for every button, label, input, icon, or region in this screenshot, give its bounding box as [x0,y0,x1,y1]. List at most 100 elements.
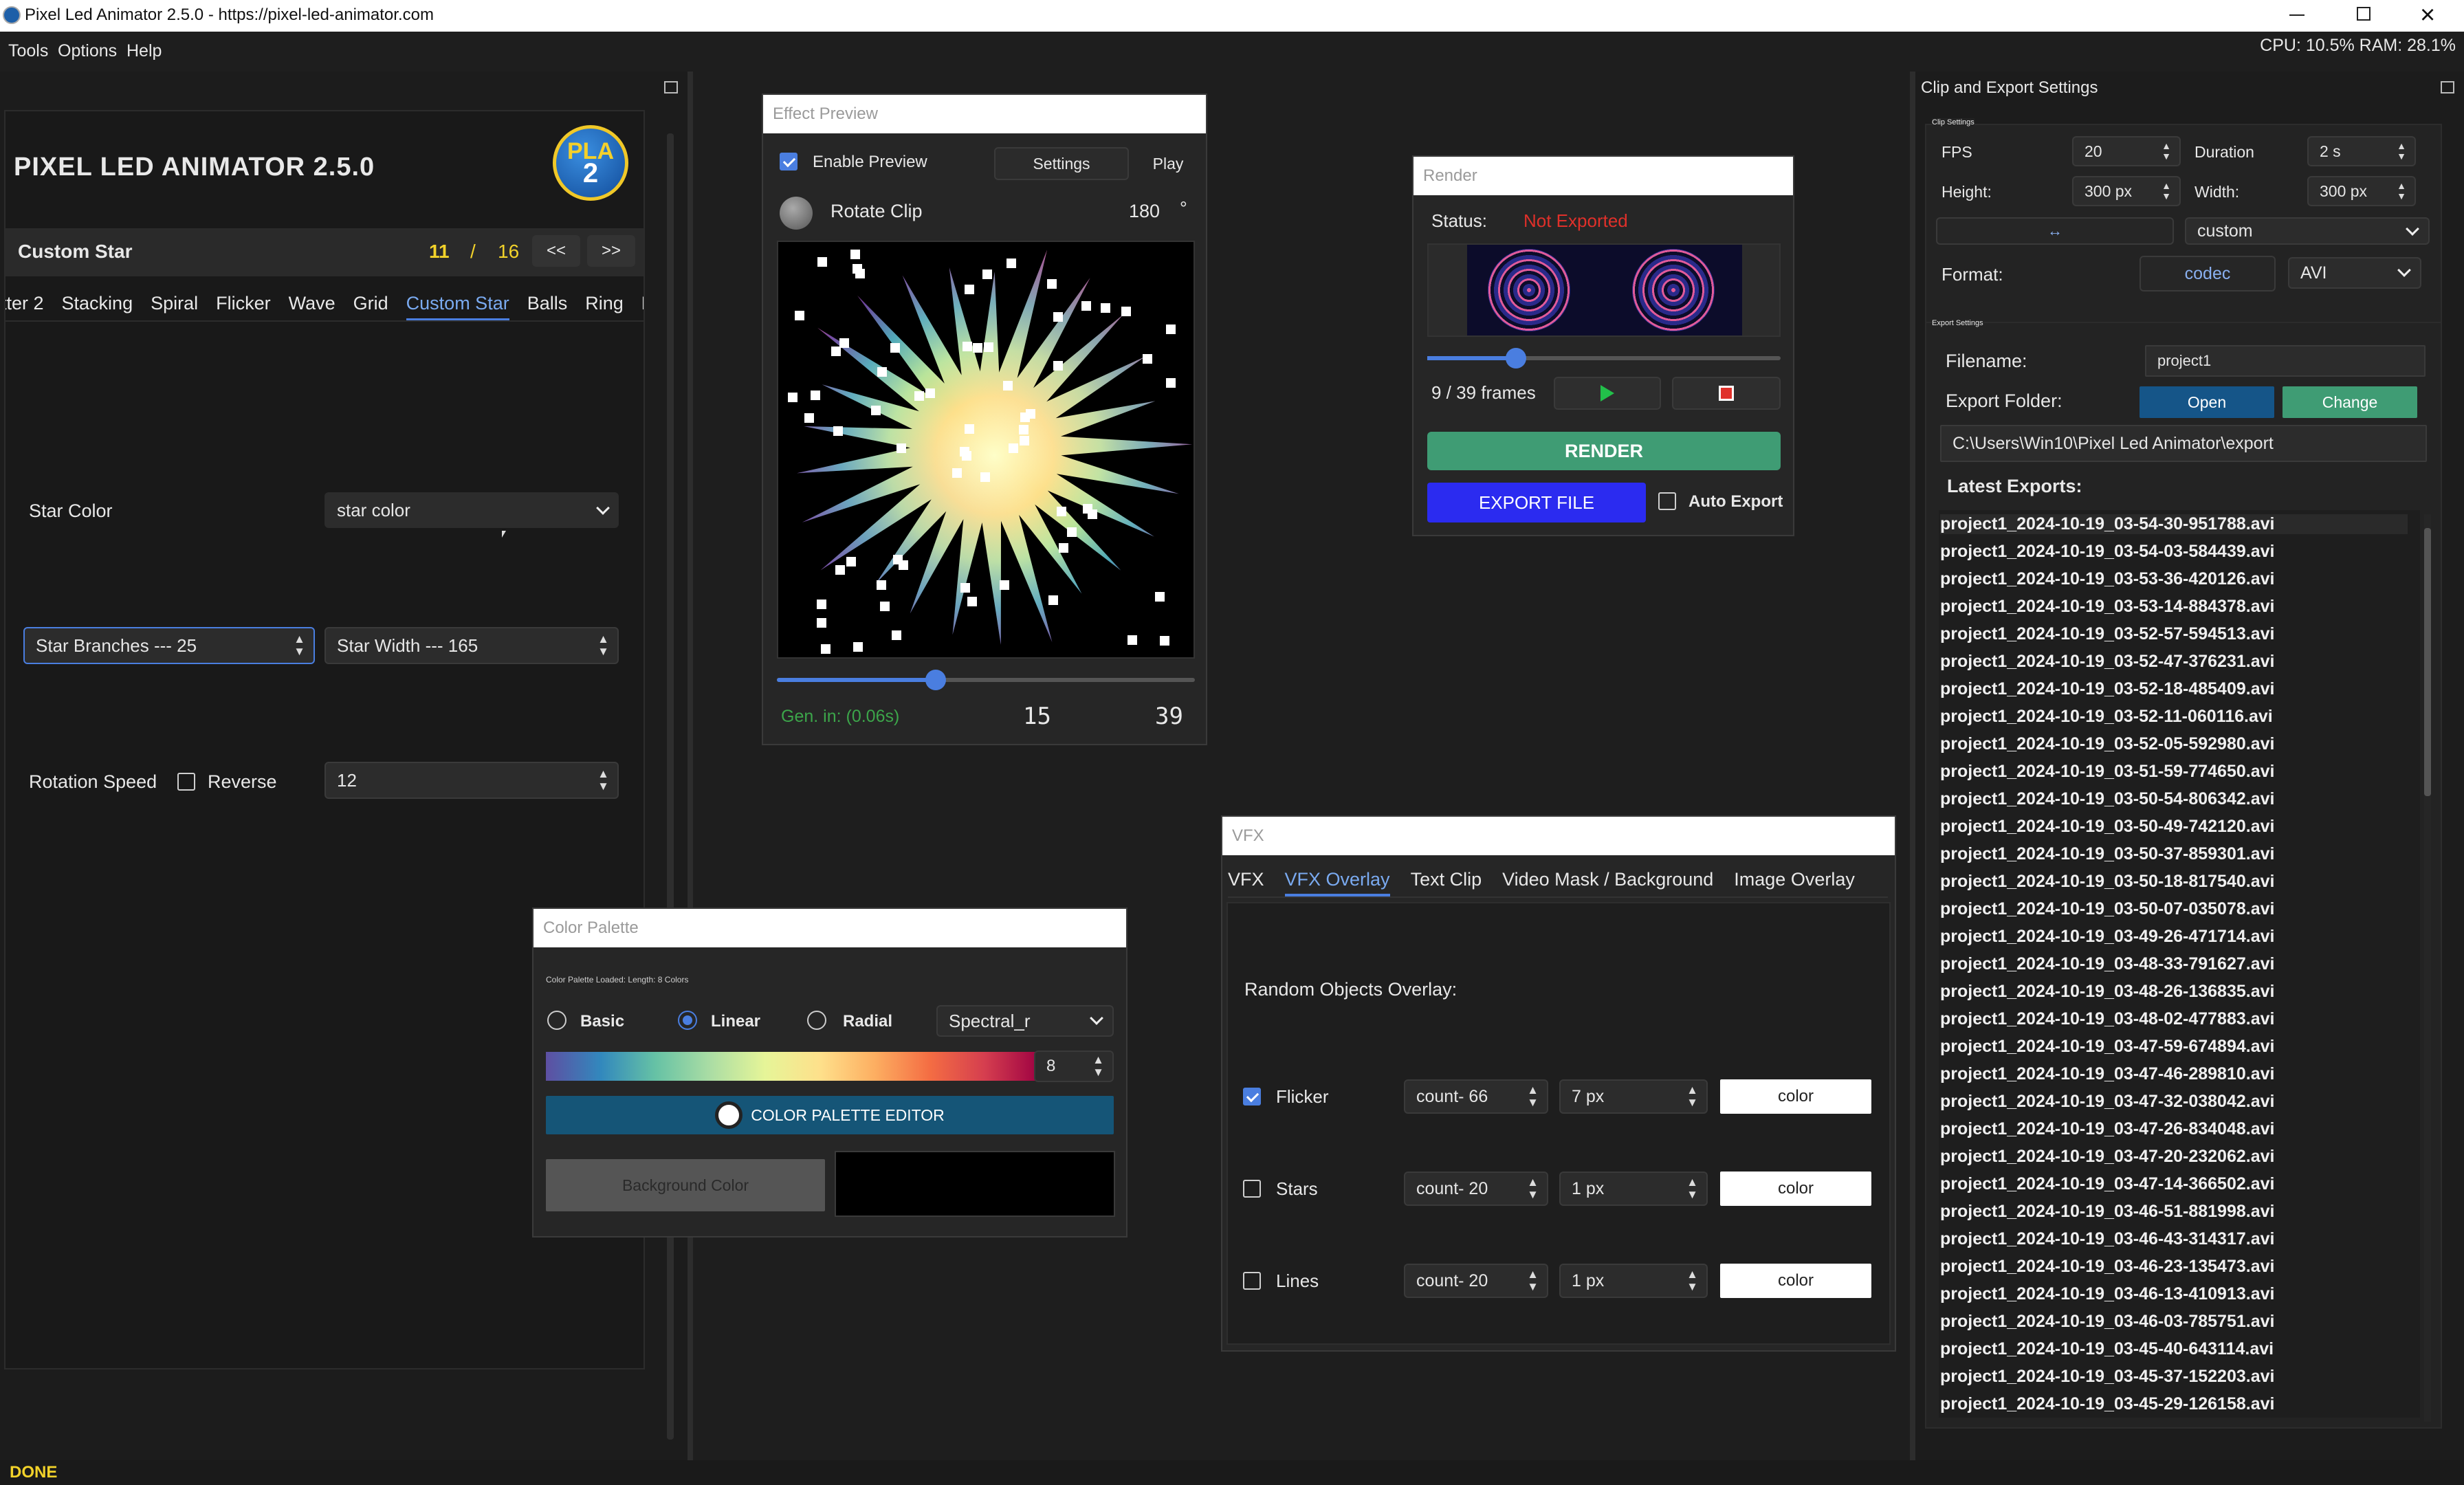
flicker-count-spinbox[interactable]: count- 66 ▲ ▼ [1404,1079,1548,1114]
export-list-item[interactable]: project1_2024-10-19_03-54-03-584439.avi [1940,542,2274,562]
tab-text-clip[interactable]: Text Clip [1411,864,1482,896]
stars-count-spinbox[interactable]: count- 20 ▲ ▼ [1404,1172,1548,1206]
export-list-item[interactable]: project1_2024-10-19_03-47-14-366502.avi [1940,1174,2274,1194]
render-play-button[interactable] [1554,377,1661,410]
linear-radio[interactable] [678,1011,697,1030]
frame-slider-track[interactable] [777,670,1195,690]
export-list-item[interactable]: project1_2024-10-19_03-47-46-289810.avi [1940,1064,2274,1084]
stars-checkbox[interactable] [1243,1180,1261,1198]
export-list-item[interactable]: project1_2024-10-19_03-50-49-742120.avi [1940,817,2274,837]
export-list-item[interactable]: project1_2024-10-19_03-50-18-817540.avi [1940,872,2274,892]
prev-effect-button[interactable]: << [532,235,580,267]
splitter[interactable] [688,72,693,1460]
export-list-item[interactable]: project1_2024-10-19_03-52-18-485409.avi [1940,679,2274,699]
left-scrollbar[interactable] [667,133,674,1440]
star-branches-spinbox[interactable]: Star Branches --- 25 ▲ ▼ [23,627,315,664]
float-icon[interactable] [2441,81,2454,94]
export-list-item[interactable]: project1_2024-10-19_03-52-11-060116.avi [1940,707,2273,727]
auto-export-checkbox[interactable] [1658,492,1676,510]
export-list-item[interactable]: project1_2024-10-19_03-47-32-038042.avi [1940,1092,2274,1112]
export-list-item[interactable]: project1_2024-10-19_03-50-54-806342.avi [1940,789,2274,809]
tab-wave[interactable]: Wave [289,293,336,320]
width-spinbox[interactable]: 300 px ▲ ▼ [2307,176,2416,206]
tab-vfx[interactable]: VFX [1228,864,1264,896]
export-list-item[interactable]: project1_2024-10-19_03-54-30-951788.avi [1940,514,2408,534]
export-list-item[interactable]: project1_2024-10-19_03-45-37-152203.avi [1940,1367,2274,1387]
change-folder-button[interactable]: Change [2282,386,2417,418]
palette-count-spinbox[interactable]: 8 ▲ ▼ [1034,1050,1114,1082]
background-color-button[interactable]: Background Color [546,1159,825,1211]
format-select[interactable]: AVI [2288,257,2421,289]
colormap-select[interactable]: Spectral_r [936,1005,1114,1037]
export-list-item[interactable]: project1_2024-10-19_03-45-40-643114.avi [1940,1339,2274,1359]
render-progress-track[interactable] [1427,348,1781,368]
export-list-item[interactable]: project1_2024-10-19_03-46-51-881998.avi [1940,1202,2274,1222]
export-list-item[interactable]: project1_2024-10-19_03-45-29-126158.avi [1940,1394,2274,1414]
open-folder-button[interactable]: Open [2140,386,2274,418]
export-list-item[interactable]: project1_2024-10-19_03-52-05-592980.avi [1940,734,2274,754]
height-spinbox[interactable]: 300 px ▲ ▼ [2072,176,2181,206]
palette-gradient-bar[interactable] [546,1052,1040,1081]
restore-icon[interactable] [2357,7,2370,21]
reverse-checkbox[interactable] [177,773,195,791]
export-list-item[interactable]: project1_2024-10-19_03-47-20-232062.avi [1940,1147,2274,1167]
render-stop-button[interactable] [1672,377,1781,410]
export-list-item[interactable]: project1_2024-10-19_03-53-36-420126.avi [1940,569,2274,589]
lines-count-spinbox[interactable]: count- 20 ▲ ▼ [1404,1264,1548,1298]
render-button[interactable]: RENDER [1427,432,1781,470]
tab-image-overlay[interactable]: Image Overlay [1734,864,1855,896]
duration-spinbox[interactable]: 2 s ▲ ▼ [2307,136,2416,166]
stars-size-spinbox[interactable]: 1 px ▲ ▼ [1559,1172,1708,1206]
export-file-button[interactable]: EXPORT FILE [1427,483,1646,522]
export-list-item[interactable]: project1_2024-10-19_03-48-02-477883.avi [1940,1009,2274,1029]
star-color-select[interactable]: star color [324,492,619,528]
size-preset-select[interactable]: custom [2185,217,2430,245]
tab-video-mask[interactable]: Video Mask / Background [1502,864,1713,896]
tab-custom-star[interactable]: Custom Star [406,293,509,320]
star-width-spinbox[interactable]: Star Width --- 165 ▲ ▼ [324,627,619,664]
next-effect-button[interactable]: >> [587,235,635,267]
export-list-item[interactable]: project1_2024-10-19_03-47-26-834048.avi [1940,1119,2274,1139]
lines-color-button[interactable]: color [1720,1264,1871,1298]
rotation-speed-spinbox[interactable]: 12 ▲ ▼ [324,762,619,799]
tab-grid[interactable]: Grid [353,293,388,320]
tab-rotat[interactable]: Rotat [641,293,644,320]
tab-ring[interactable]: Ring [585,293,624,320]
float-icon[interactable] [664,81,678,94]
tab-stacking[interactable]: Stacking [62,293,133,320]
flicker-checkbox[interactable] [1243,1088,1261,1106]
export-list-item[interactable]: project1_2024-10-19_03-48-26-136835.avi [1940,982,2274,1002]
close-icon[interactable]: × [2420,0,2435,30]
right-splitter[interactable] [1910,72,1915,1460]
radial-radio[interactable] [807,1011,826,1030]
tab-tter-2[interactable]: tter 2 [6,293,44,320]
tab-flicker[interactable]: Flicker [216,293,271,320]
export-list-item[interactable]: project1_2024-10-19_03-48-33-791627.avi [1940,954,2274,974]
export-list-item[interactable]: project1_2024-10-19_03-51-59-774650.avi [1940,762,2274,782]
lines-size-spinbox[interactable]: 1 px ▲ ▼ [1559,1264,1708,1298]
frame-slider-handle[interactable] [925,670,947,690]
enable-preview-checkbox[interactable] [780,153,798,170]
filename-input[interactable]: project1 [2145,345,2426,377]
flicker-size-spinbox[interactable]: 7 px ▲ ▼ [1559,1079,1708,1114]
color-palette-editor-button[interactable]: COLOR PALETTE EDITOR [546,1096,1114,1134]
stars-color-button[interactable]: color [1720,1172,1871,1206]
export-list-item[interactable]: project1_2024-10-19_03-52-47-376231.avi [1940,652,2274,672]
export-list-item[interactable]: project1_2024-10-19_03-52-57-594513.avi [1940,624,2274,644]
lines-checkbox[interactable] [1243,1272,1261,1290]
export-list-item[interactable]: project1_2024-10-19_03-50-37-859301.avi [1940,844,2274,864]
background-color-swatch[interactable] [835,1151,1115,1217]
render-progress-handle[interactable] [1505,348,1526,368]
minimize-icon[interactable] [2289,14,2304,16]
export-list-item[interactable]: project1_2024-10-19_03-49-26-471714.avi [1940,927,2274,947]
exports-scroll-thumb[interactable] [2424,528,2431,796]
play-button[interactable]: Play [1137,147,1199,180]
fps-spinbox[interactable]: 20 ▲ ▼ [2072,136,2181,166]
codec-button[interactable]: codec [2140,256,2276,292]
tab-balls[interactable]: Balls [527,293,568,320]
flicker-color-button[interactable]: color [1720,1079,1871,1114]
swap-dimensions-button[interactable]: ↔ [1936,217,2174,245]
export-list-item[interactable]: project1_2024-10-19_03-47-59-674894.avi [1940,1037,2274,1057]
exports-scrollbar[interactable] [2424,514,2431,1422]
rotate-dial-icon[interactable] [780,197,813,230]
